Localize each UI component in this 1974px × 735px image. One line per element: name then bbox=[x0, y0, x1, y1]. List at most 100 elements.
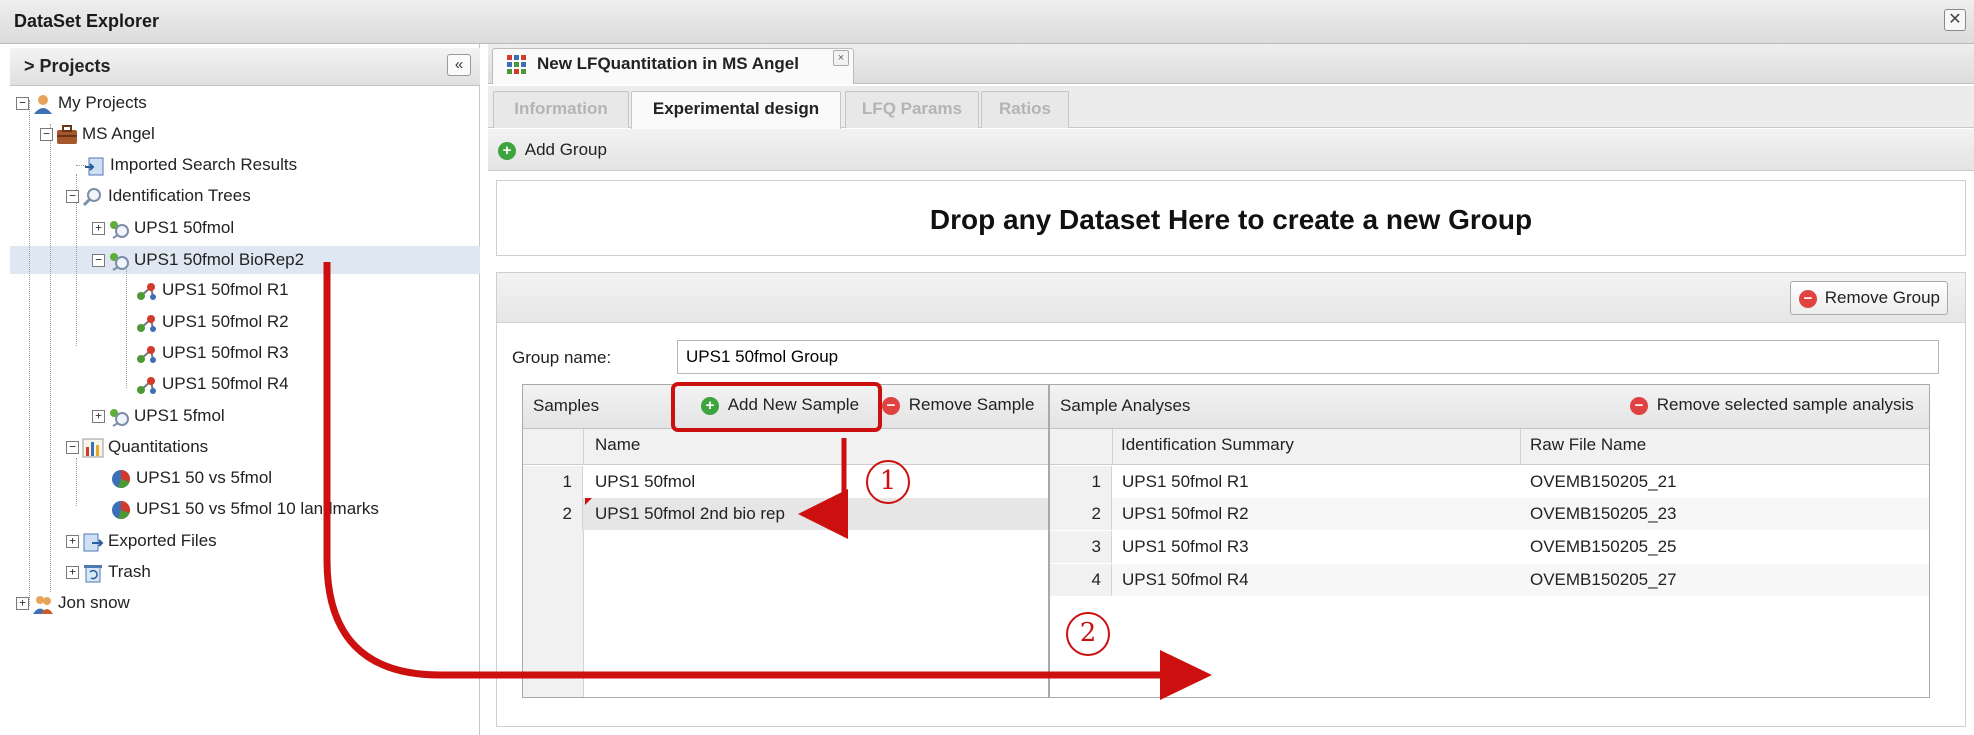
drop-zone-text: Drop any Dataset Here to create a new Gr… bbox=[929, 204, 1533, 235]
identification-folder-icon bbox=[108, 219, 130, 239]
close-icon[interactable]: ✕ bbox=[1944, 9, 1966, 31]
table-row[interactable]: 3 UPS1 50fmol R3 OVEMB150205_25 bbox=[1050, 531, 1929, 563]
pie-chart-icon bbox=[110, 500, 132, 520]
remove-sample-label: Remove Sample bbox=[908, 395, 1035, 414]
tree-item-label: My Projects bbox=[58, 93, 147, 112]
tree-item-imported-search-results[interactable]: Imported Search Results bbox=[84, 152, 297, 178]
collapse-toggle-icon[interactable]: − bbox=[16, 97, 29, 111]
tree-connector bbox=[126, 264, 127, 388]
tree-item-label: UPS1 50fmol bbox=[134, 218, 235, 237]
expand-toggle-icon[interactable]: + bbox=[92, 222, 105, 236]
identification-summary-cell: UPS1 50fmol R2 bbox=[1122, 504, 1249, 523]
raw-file-name-cell: OVEMB150205_25 bbox=[1530, 537, 1677, 556]
column-divider bbox=[583, 429, 584, 465]
remove-icon: − bbox=[1799, 289, 1817, 308]
row-number: 1 bbox=[523, 466, 583, 498]
tree-item-label: UPS1 50fmol R1 bbox=[162, 280, 289, 299]
tree-item-identification-trees[interactable]: − Identification Trees bbox=[66, 183, 251, 209]
step-2-marker: 2 bbox=[1066, 612, 1110, 656]
tree-item-ups1-50fmol-r3[interactable]: UPS1 50fmol R3 bbox=[136, 340, 289, 366]
sample-name: UPS1 50fmol 2nd bio rep bbox=[595, 504, 785, 523]
remove-selected-analysis-button[interactable]: − Remove selected sample analysis bbox=[1630, 395, 1914, 415]
table-row[interactable]: 4 UPS1 50fmol R4 OVEMB150205_27 bbox=[1050, 564, 1929, 596]
column-header-identification-summary[interactable]: Identification Summary bbox=[1121, 435, 1294, 455]
tab-information[interactable]: Information bbox=[493, 91, 629, 128]
tree-item-exported-files[interactable]: + Exported Files bbox=[66, 528, 217, 554]
briefcase-icon bbox=[56, 124, 78, 145]
collapse-toggle-icon[interactable]: − bbox=[66, 190, 79, 204]
tree-item-ups1-50fmol[interactable]: + UPS1 50fmol bbox=[92, 215, 234, 241]
tree-item-label: UPS1 50 vs 5fmol 10 landmarks bbox=[136, 499, 379, 518]
tab-label: New LFQuantitation in MS Angel bbox=[537, 54, 799, 73]
tree-item-ups1-50fmol-biorep2[interactable]: − UPS1 50fmol BioRep2 bbox=[92, 247, 304, 273]
table-row[interactable]: 1 UPS1 50fmol bbox=[523, 466, 1048, 498]
tree-item-ups1-50-vs-5fmol-10-landmarks[interactable]: UPS1 50 vs 5fmol 10 landmarks bbox=[110, 496, 379, 522]
tree-item-ups1-50fmol-r1[interactable]: UPS1 50fmol R1 bbox=[136, 277, 289, 303]
design-toolbar bbox=[488, 129, 1974, 171]
tree-item-trash[interactable]: + Trash bbox=[66, 559, 151, 585]
row-number-gutter bbox=[523, 530, 584, 697]
projects-title[interactable]: > Projects bbox=[24, 56, 111, 77]
samples-title: Samples bbox=[533, 396, 600, 415]
add-sample-callout-box bbox=[671, 382, 882, 432]
tree-connector bbox=[50, 124, 51, 592]
tree-item-quantitations[interactable]: − Quantitations bbox=[66, 434, 208, 460]
tree-item-ms-angel[interactable]: − MS Angel bbox=[40, 121, 155, 147]
tree-item-label: Imported Search Results bbox=[110, 155, 298, 174]
tree-item-jon-snow[interactable]: + Jon snow bbox=[16, 590, 130, 616]
identification-summary-cell: UPS1 50fmol R3 bbox=[1122, 537, 1249, 556]
tab-ratios[interactable]: Ratios bbox=[981, 91, 1069, 128]
remove-icon: − bbox=[1630, 396, 1648, 415]
row-number: 1 bbox=[1050, 466, 1112, 498]
table-row[interactable]: 2 UPS1 50fmol R2 OVEMB150205_23 bbox=[1050, 498, 1929, 530]
table-row[interactable]: 1 UPS1 50fmol R1 OVEMB150205_21 bbox=[1050, 466, 1929, 498]
identification-summary-cell: UPS1 50fmol R4 bbox=[1122, 570, 1249, 589]
tree-item-ups1-50fmol-r4[interactable]: UPS1 50fmol R4 bbox=[136, 371, 289, 397]
collapse-toggle-icon[interactable]: − bbox=[40, 128, 53, 142]
collapse-toggle-icon[interactable]: − bbox=[92, 254, 105, 268]
remove-sample-button[interactable]: − Remove Sample bbox=[882, 395, 1034, 415]
tab-lfq-params[interactable]: LFQ Params bbox=[845, 91, 979, 128]
collapse-panel-icon[interactable]: « bbox=[447, 54, 471, 76]
column-header-name[interactable]: Name bbox=[595, 435, 640, 455]
window-titlebar bbox=[0, 0, 1974, 44]
molecule-icon bbox=[136, 281, 158, 301]
grid-icon bbox=[507, 55, 527, 80]
identification-summary-cell: UPS1 50fmol R1 bbox=[1122, 472, 1249, 491]
tree-item-label: UPS1 5fmol bbox=[134, 406, 225, 425]
tree-connector bbox=[29, 100, 30, 606]
expand-toggle-icon[interactable]: + bbox=[92, 410, 105, 424]
tab-experimental-design[interactable]: Experimental design bbox=[631, 91, 841, 130]
collapse-toggle-icon[interactable]: − bbox=[66, 441, 79, 455]
group-name-input[interactable] bbox=[677, 340, 1939, 374]
sample-analyses-title: Sample Analyses bbox=[1060, 396, 1191, 415]
close-tab-icon[interactable]: × bbox=[833, 50, 849, 66]
remove-group-label: Remove Group bbox=[1824, 288, 1941, 307]
tree-item-label: UPS1 50fmol R3 bbox=[162, 343, 289, 362]
table-row[interactable]: 2 UPS1 50fmol 2nd bio rep bbox=[523, 498, 1048, 530]
raw-file-name-cell: OVEMB150205_23 bbox=[1530, 504, 1677, 523]
tree-item-ups1-50-vs-5fmol[interactable]: UPS1 50 vs 5fmol bbox=[110, 465, 272, 491]
add-group-button[interactable]: + Add Group bbox=[498, 139, 607, 161]
row-number: 4 bbox=[1050, 564, 1112, 596]
tree-item-my-projects[interactable]: − My Projects bbox=[16, 90, 147, 116]
sample-name: UPS1 50fmol bbox=[595, 472, 696, 491]
tree-item-label: UPS1 50fmol BioRep2 bbox=[134, 250, 305, 269]
row-number: 3 bbox=[1050, 531, 1112, 563]
expand-toggle-icon[interactable]: + bbox=[66, 566, 79, 580]
expand-toggle-icon[interactable]: + bbox=[66, 535, 79, 549]
remove-analysis-label: Remove selected sample analysis bbox=[1656, 395, 1914, 414]
expand-toggle-icon[interactable]: + bbox=[16, 597, 29, 611]
tree-item-label: UPS1 50 vs 5fmol bbox=[136, 468, 273, 487]
tree-item-ups1-5fmol[interactable]: + UPS1 5fmol bbox=[92, 403, 225, 429]
molecule-icon bbox=[136, 313, 158, 333]
column-header-raw-file-name[interactable]: Raw File Name bbox=[1530, 435, 1646, 455]
group-name-label: Group name: bbox=[512, 348, 612, 367]
column-divider bbox=[1112, 429, 1113, 465]
pie-chart-icon bbox=[110, 469, 132, 489]
window-title: DataSet Explorer bbox=[14, 11, 160, 31]
remove-group-button[interactable]: − Remove Group bbox=[1790, 281, 1948, 315]
add-icon: + bbox=[498, 141, 516, 160]
magnifier-icon bbox=[82, 187, 104, 207]
tree-item-ups1-50fmol-r2[interactable]: UPS1 50fmol R2 bbox=[136, 309, 289, 335]
